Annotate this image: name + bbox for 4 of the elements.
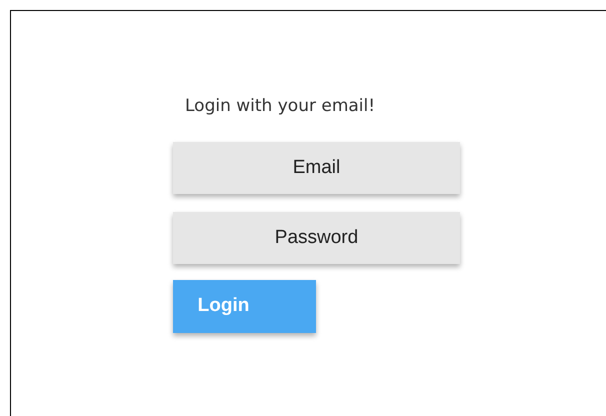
login-button[interactable]: Login bbox=[173, 280, 316, 333]
email-field[interactable]: Email bbox=[173, 142, 460, 194]
password-field[interactable]: Password bbox=[173, 212, 460, 264]
login-heading: Login with your email! bbox=[185, 95, 376, 118]
